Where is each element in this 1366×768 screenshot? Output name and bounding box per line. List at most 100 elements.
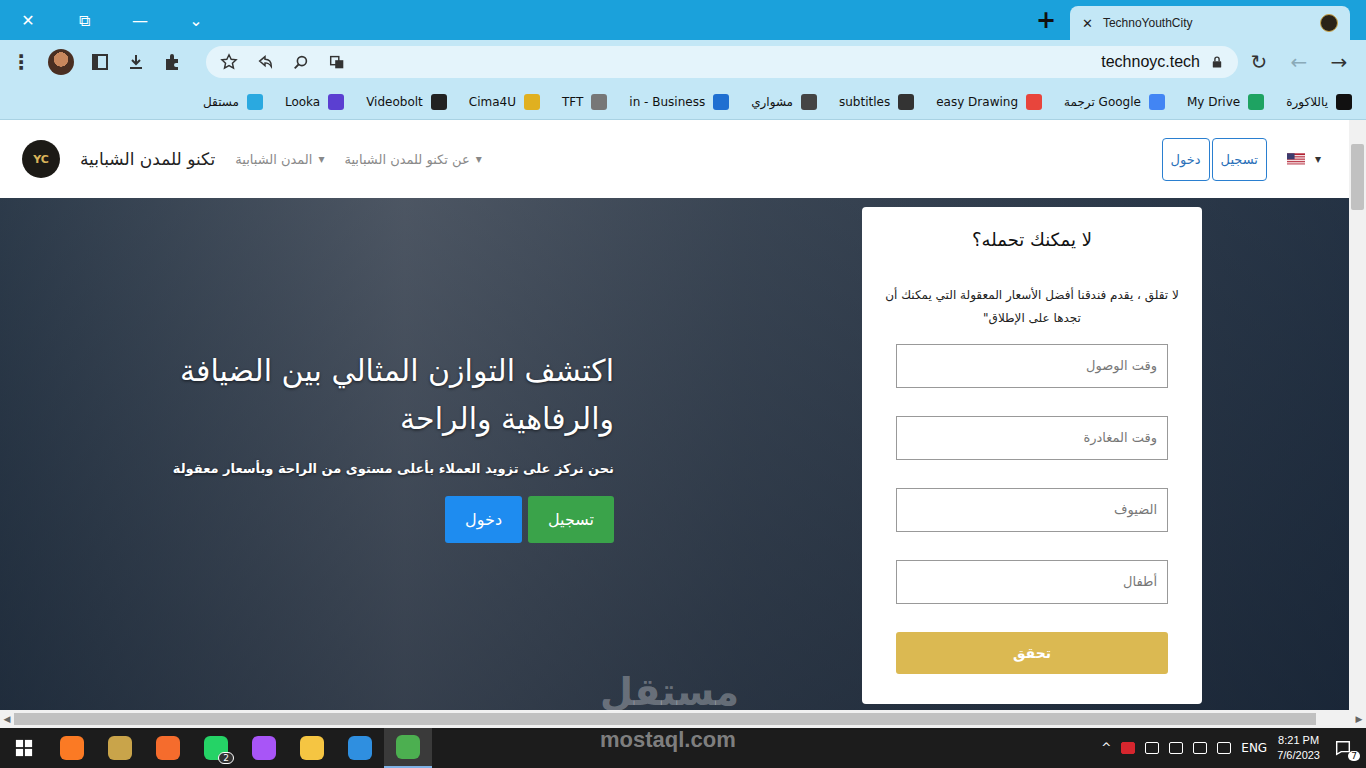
taskbar-app[interactable]: 2 <box>192 728 240 768</box>
app-icon <box>348 736 372 760</box>
bookmark-label: مستقل <box>203 95 239 109</box>
app-icon <box>300 736 324 760</box>
bookmark-favicon-icon <box>431 94 447 110</box>
watermark-site: mostaql.com <box>600 727 736 753</box>
taskbar-app[interactable] <box>384 728 432 768</box>
start-button[interactable] <box>0 728 48 768</box>
star-icon[interactable] <box>220 53 238 71</box>
booking-field[interactable]: أطفال <box>896 560 1168 604</box>
taskbar-app[interactable] <box>144 728 192 768</box>
bookmark-item[interactable]: ياللاكورة <box>1286 94 1352 110</box>
bookmark-favicon-icon <box>591 94 607 110</box>
sidebar-icon[interactable] <box>90 52 110 72</box>
nav-dropdown[interactable]: المدن الشبابية▾ <box>235 152 324 167</box>
bookmark-item[interactable]: مشواري <box>751 94 817 110</box>
scroll-right-button[interactable]: ▶ <box>1352 714 1366 724</box>
volume-icon[interactable] <box>1169 742 1183 754</box>
caret-icon: ▾ <box>1315 152 1321 166</box>
bookmark-item[interactable]: easy Drawing <box>936 94 1042 110</box>
clock-time: 8:21 PM <box>1278 733 1319 748</box>
bookmark-favicon-icon <box>328 94 344 110</box>
new-tab-button[interactable]: + <box>1022 6 1070 34</box>
tab-close-button[interactable]: ✕ <box>1082 16 1093 31</box>
hero-buttons: تسجيلدخول <box>144 496 614 543</box>
hero-title: اكتشف التوازن المثالي بين الضيافة والرفا… <box>144 347 614 443</box>
app-icon <box>156 736 180 760</box>
check-button[interactable]: تحقق <box>896 632 1168 674</box>
download-icon[interactable] <box>126 52 146 72</box>
bookmark-item[interactable]: TFT <box>562 94 607 110</box>
nav-dropdown[interactable]: عن تكنو للمدن الشبابية▾ <box>344 152 481 167</box>
windows-icon <box>15 739 33 757</box>
window-control[interactable]: ✕ <box>0 11 56 30</box>
battery-icon[interactable] <box>1145 742 1159 754</box>
nav-button[interactable]: → <box>1328 50 1350 74</box>
notifications-button[interactable]: 7 <box>1330 739 1356 757</box>
puzzle-icon[interactable] <box>162 52 182 72</box>
bookmark-favicon-icon <box>1248 94 1264 110</box>
booking-field[interactable]: الضيوف <box>896 488 1168 532</box>
zoom-icon[interactable] <box>292 53 310 71</box>
booking-card: لا يمكنك تحمله؟لا تقلق ، يقدم فندقنا أفض… <box>862 207 1202 704</box>
profile-avatar-icon[interactable] <box>48 49 74 75</box>
taskbar-app[interactable] <box>336 728 384 768</box>
wifi-icon[interactable] <box>1193 742 1207 754</box>
booking-field[interactable]: وقت الوصول <box>896 344 1168 388</box>
bookmark-item[interactable]: مستقل <box>203 94 263 110</box>
browser-tab[interactable]: ✕TechnoYouthCity <box>1070 6 1350 40</box>
taskbar-app[interactable] <box>96 728 144 768</box>
window-control[interactable]: — <box>112 11 168 30</box>
browser-window: ✕⧉—⌄+✕TechnoYouthCity⋮technoyc.tech↻←→يا… <box>0 0 1366 768</box>
nav-button[interactable]: ↻ <box>1248 50 1270 74</box>
auth-button[interactable]: دخول <box>1162 138 1210 181</box>
antivirus-icon[interactable] <box>1121 742 1135 754</box>
share-icon[interactable] <box>256 53 274 71</box>
taskbar: 2 ^ ENG 8:21 PM7/6/2023 7 <box>0 728 1366 768</box>
window-control[interactable]: ⧉ <box>56 11 112 30</box>
bookmark-item[interactable]: Cima4U <box>469 94 540 110</box>
app-icon <box>396 735 420 759</box>
taskbar-app[interactable] <box>240 728 288 768</box>
lock-icon[interactable] <box>1210 55 1224 69</box>
hero-button[interactable]: تسجيل <box>528 496 614 543</box>
bookmark-item[interactable]: in - Business <box>629 94 729 110</box>
menu-button[interactable]: ⋮ <box>10 50 32 74</box>
bookmark-item[interactable]: Videobolt <box>366 94 447 110</box>
address-text: technoyc.tech <box>1101 53 1200 71</box>
auth-button[interactable]: تسجيل <box>1212 138 1267 181</box>
site-brand[interactable]: تكنو للمدن الشبابية <box>80 149 215 169</box>
booking-title: لا يمكنك تحمله؟ <box>896 229 1168 250</box>
nav-dropdown-label: عن تكنو للمدن الشبابية <box>344 152 469 167</box>
taskbar-app[interactable] <box>48 728 96 768</box>
tray-chevron[interactable]: ^ <box>1101 741 1111 755</box>
scroll-thumb[interactable] <box>14 713 1316 725</box>
taskbar-app[interactable] <box>288 728 336 768</box>
auth-buttons: دخولتسجيل <box>1162 138 1267 181</box>
language-dropdown[interactable]: ▾ <box>1287 152 1321 166</box>
booking-field[interactable]: وقت المغادرة <box>896 416 1168 460</box>
notification-count: 7 <box>1348 751 1360 761</box>
field-placeholder: وقت المغادرة <box>1083 430 1157 445</box>
bookmark-item[interactable]: Looka <box>285 94 344 110</box>
scroll-thumb[interactable] <box>1351 144 1364 210</box>
nav-dropdown-label: المدن الشبابية <box>235 152 312 167</box>
clock[interactable]: 8:21 PM7/6/2023 <box>1277 733 1320 764</box>
bookmark-item[interactable]: Google ترجمة <box>1064 94 1165 110</box>
sync-icon[interactable] <box>1217 742 1231 754</box>
scroll-left-button[interactable]: ◀ <box>0 714 14 724</box>
site-logo[interactable]: YC <box>22 140 60 178</box>
hero-button[interactable]: دخول <box>445 496 522 543</box>
translate-icon[interactable] <box>328 53 346 71</box>
page-viewport: YCتكنو للمدن الشبابيةالمدن الشبابية▾عن ت… <box>0 120 1366 710</box>
input-language[interactable]: ENG <box>1241 741 1267 755</box>
address-bar[interactable]: technoyc.tech <box>206 46 1238 78</box>
app-badge: 2 <box>218 752 234 764</box>
window-control[interactable]: ⌄ <box>168 11 224 30</box>
nav-button[interactable]: ← <box>1288 50 1310 74</box>
site-navbar: YCتكنو للمدن الشبابيةالمدن الشبابية▾عن ت… <box>0 120 1349 198</box>
bookmark-item[interactable]: My Drive <box>1187 94 1264 110</box>
vertical-scrollbar[interactable] <box>1349 120 1366 710</box>
horizontal-scrollbar[interactable]: ◀▶ <box>0 710 1366 728</box>
bookmark-item[interactable]: subtitles <box>839 94 914 110</box>
bookmarks-bar: ياللاكورة My Drive Google ترجمة easy Drawin… <box>0 84 1366 120</box>
